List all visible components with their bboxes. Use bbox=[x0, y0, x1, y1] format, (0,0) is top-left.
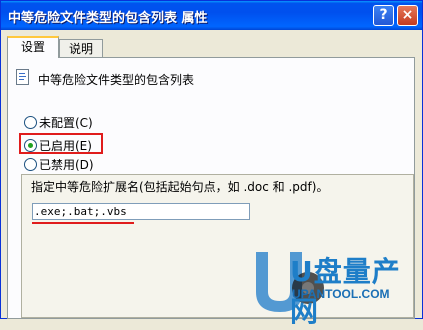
close-button[interactable]: × bbox=[397, 5, 418, 26]
enabled-highlight-box bbox=[19, 133, 103, 154]
extensions-input[interactable] bbox=[32, 203, 250, 220]
radio-not-configured[interactable]: 未配置(C) bbox=[24, 114, 93, 131]
radio-label: 未配置(C) bbox=[39, 116, 93, 130]
tab-explain[interactable]: 说明 bbox=[59, 39, 103, 58]
input-underline-mark bbox=[32, 222, 134, 224]
watermark-site: UPANTOOL.COM bbox=[292, 287, 390, 301]
help-button[interactable]: ? bbox=[373, 5, 394, 26]
extensions-description: 指定中等危险扩展名(包括起始句点，如 .doc 和 .pdf)。 bbox=[31, 180, 329, 194]
policy-document-icon bbox=[16, 69, 29, 85]
radio-circle-icon bbox=[24, 158, 37, 171]
radio-circle-icon bbox=[24, 116, 37, 129]
radio-disabled[interactable]: 已禁用(D) bbox=[24, 156, 94, 173]
radio-label: 已禁用(D) bbox=[39, 158, 94, 172]
title-bar[interactable]: 中等危险文件类型的包含列表 属性 ? × bbox=[1, 1, 422, 30]
window-title: 中等危险文件类型的包含列表 属性 bbox=[8, 11, 208, 26]
tab-settings[interactable]: 设置 bbox=[7, 36, 59, 58]
policy-title: 中等危险文件类型的包含列表 bbox=[38, 73, 195, 87]
